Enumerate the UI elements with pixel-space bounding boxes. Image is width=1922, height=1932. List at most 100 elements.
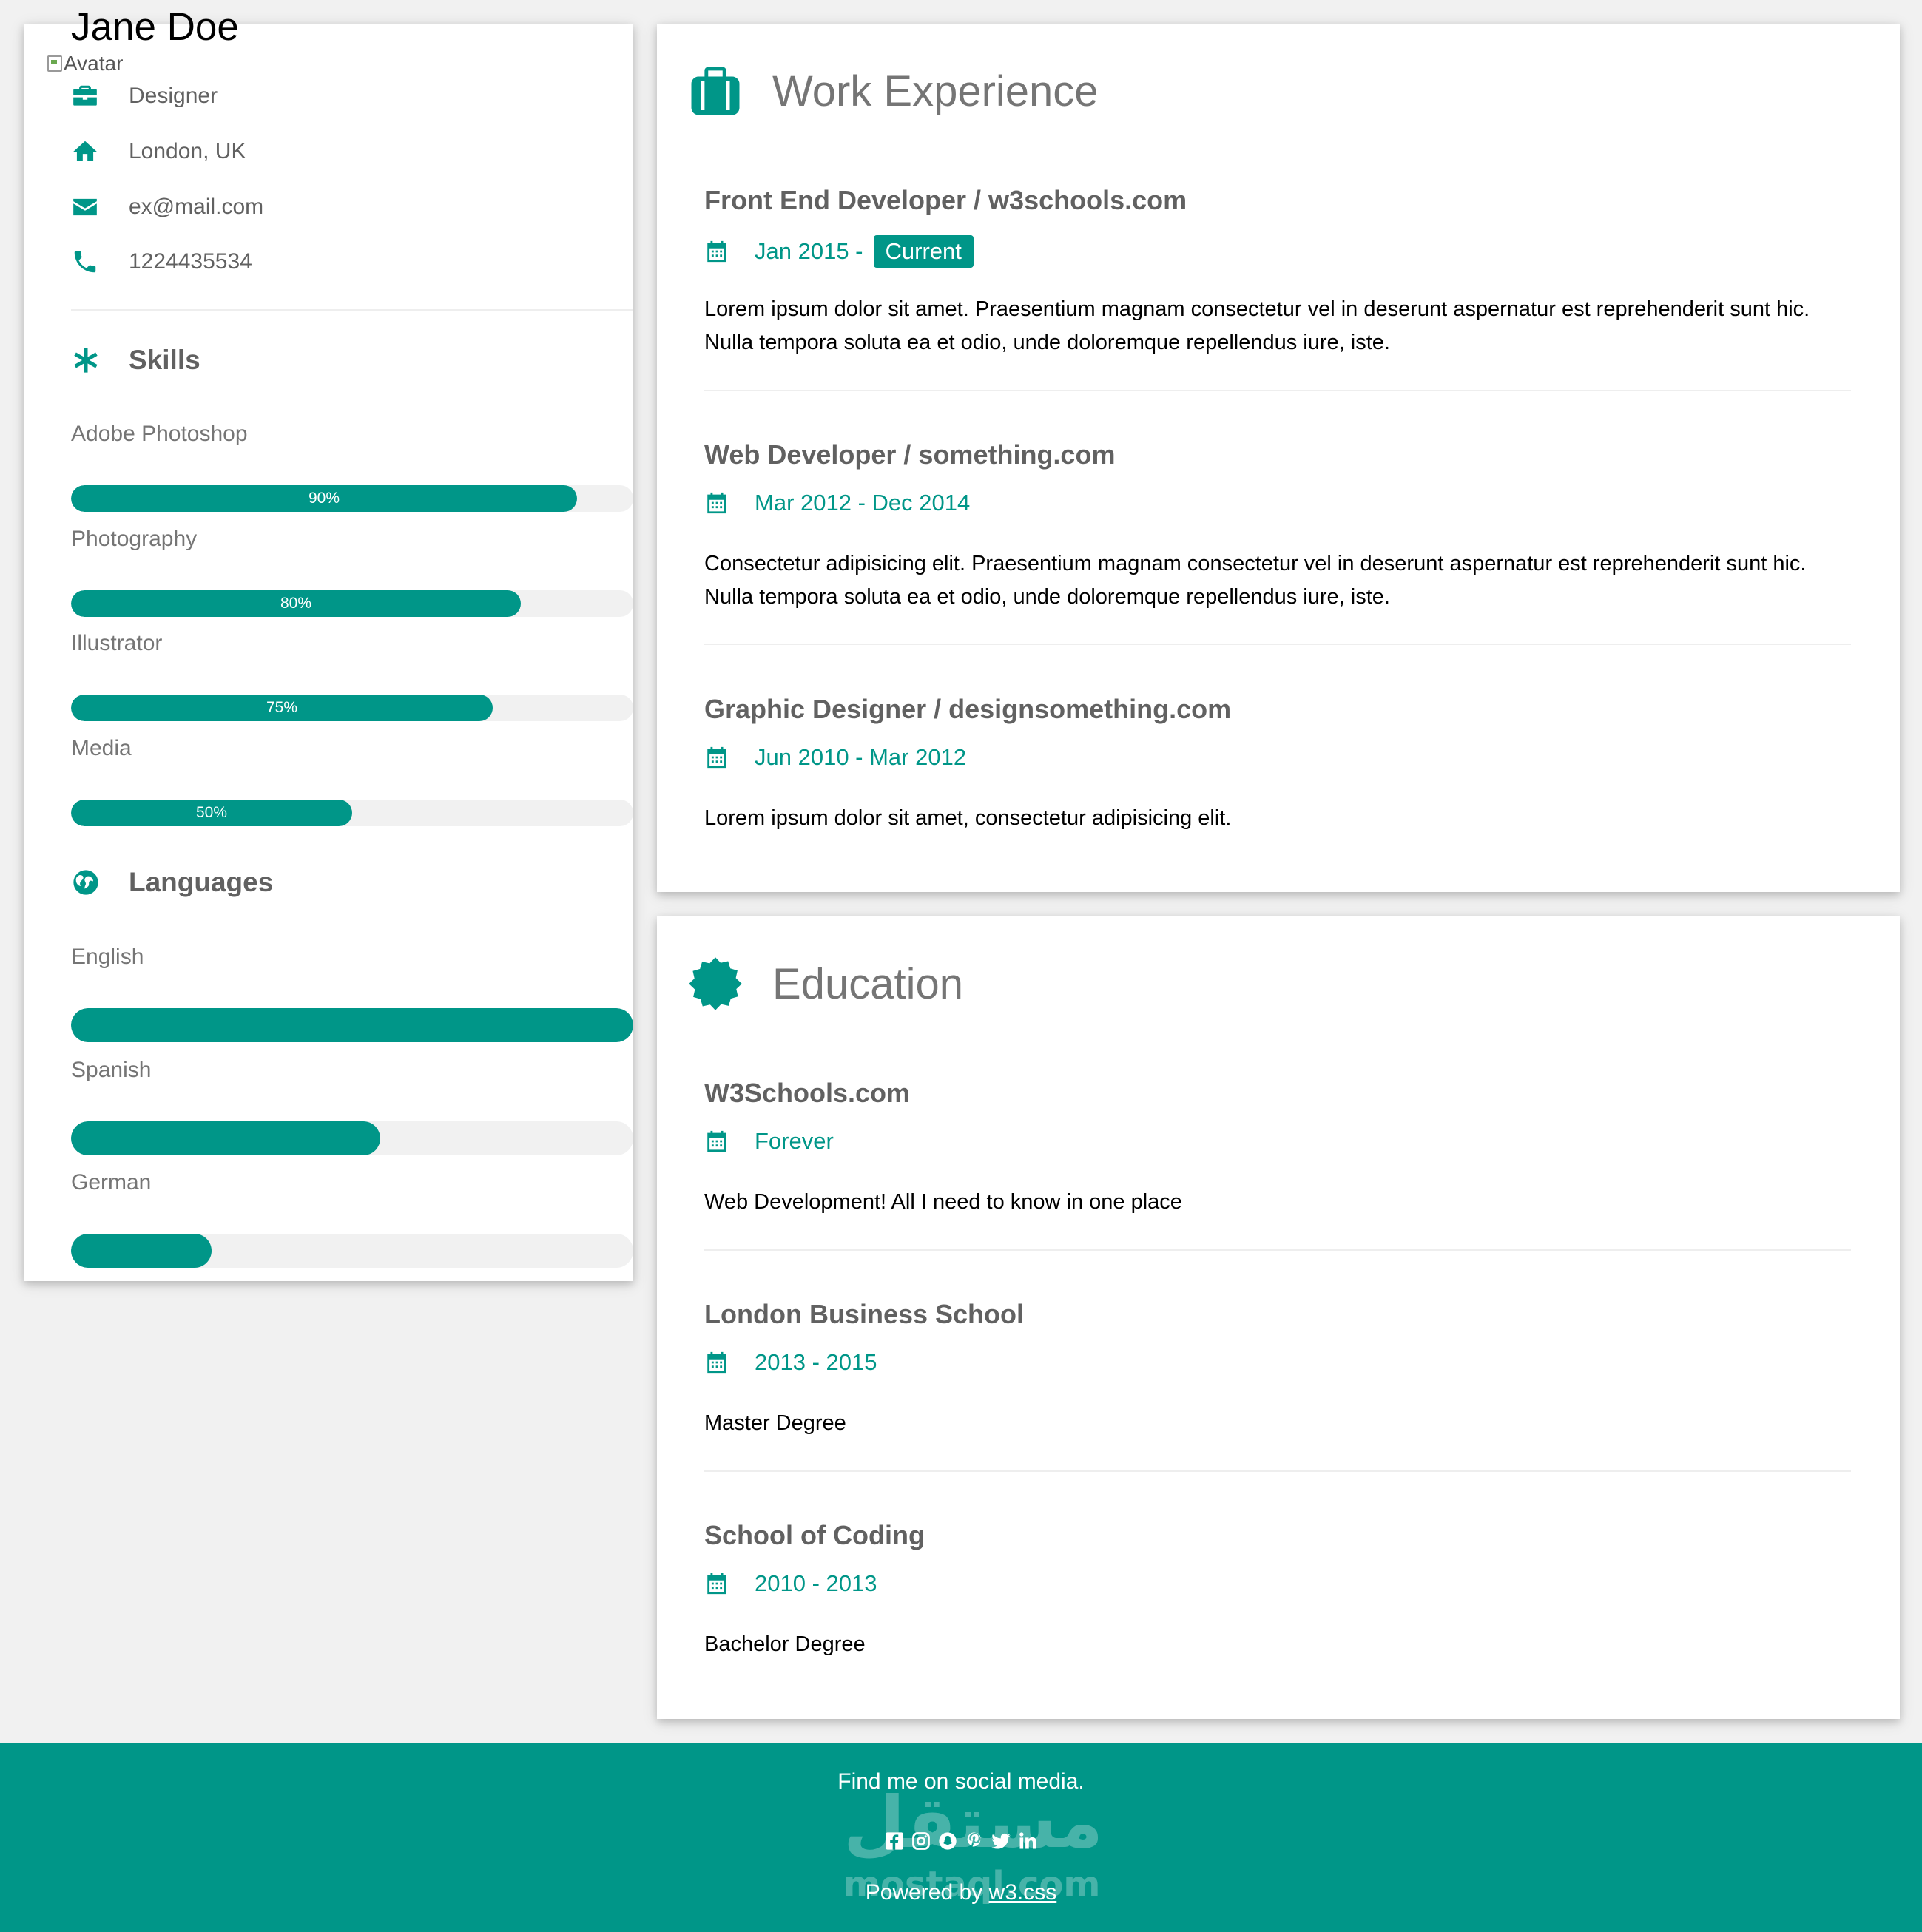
entry-date-text: 2013 - 2015 (755, 1349, 877, 1375)
divider (704, 390, 1851, 391)
entry-description: Web Development! All I need to know in o… (704, 1190, 1182, 1214)
entry-title: Front End Developer / w3schools.com (704, 185, 1187, 215)
profile-email-text: ex@mail.com (129, 195, 264, 219)
calendar-icon (707, 240, 726, 263)
divider (704, 1249, 1851, 1251)
education-title-text: Education (772, 959, 963, 1008)
facebook-icon[interactable] (883, 1830, 906, 1852)
divider (704, 1470, 1851, 1472)
globe-icon (73, 870, 98, 895)
profile-location: London, UK (71, 129, 246, 174)
entry-date-text: Jun 2010 - Mar 2012 (755, 744, 967, 770)
powered-by-text: Powered by (865, 1880, 983, 1905)
skill-progress-track: 50% (71, 800, 633, 826)
envelope-icon (73, 198, 97, 216)
language-progress-track (71, 1008, 633, 1042)
entry-date-text: 2010 - 2013 (755, 1570, 877, 1596)
calendar-icon (707, 1573, 726, 1595)
briefcase-icon (73, 85, 97, 106)
skill-progress-fill: 50% (71, 800, 352, 826)
calendar-icon (707, 1351, 726, 1374)
profile-job-text: Designer (129, 84, 218, 108)
footer: مستقل mostaql.com Find me on social medi… (0, 1743, 1922, 1932)
education-title: Education (687, 955, 963, 1013)
entry-description: Lorem ipsum dolor sit amet. Praesentium … (704, 297, 1810, 354)
language-progress-fill (71, 1121, 380, 1155)
languages-heading: Languages (71, 867, 273, 898)
entry-date: Mar 2012 - Dec 2014 (704, 490, 970, 516)
entry-title: W3Schools.com (704, 1078, 911, 1108)
profile-phone-text: 1224435534 (129, 249, 252, 274)
language-label: English (71, 945, 144, 969)
skill-label: Media (71, 736, 132, 760)
twitter-icon[interactable] (990, 1830, 1012, 1852)
languages-heading-text: Languages (129, 867, 274, 897)
entry-date-text: Mar 2012 - Dec 2014 (755, 490, 971, 516)
calendar-icon (707, 1130, 726, 1152)
instagram-icon[interactable] (910, 1830, 932, 1852)
work-experience-title-text: Work Experience (772, 67, 1099, 115)
language-progress-track (71, 1234, 633, 1268)
w3css-link[interactable]: w3.css (989, 1880, 1057, 1905)
calendar-icon (707, 492, 726, 514)
entry-date: Forever (704, 1128, 834, 1155)
suitcase-icon (691, 67, 740, 115)
language-label: German (71, 1170, 152, 1195)
language-progress-fill (71, 1234, 212, 1268)
skill-progress-fill: 80% (71, 590, 521, 617)
education-card: Education W3Schools.com Forever Web Develo… (657, 916, 1900, 1719)
skill-progress-fill: 75% (71, 695, 493, 721)
profile-email: ex@mail.com (71, 185, 263, 229)
entry-title: Web Developer / something.com (704, 439, 1116, 470)
entry-title: London Business School (704, 1299, 1025, 1329)
home-icon (73, 141, 97, 161)
profile-name: Jane Doe (71, 5, 239, 49)
avatar-alt-text: Avatar (64, 52, 124, 75)
calendar-icon (707, 746, 726, 769)
work-experience-title: Work Experience (687, 62, 1099, 120)
entry-date-text: Forever (755, 1128, 834, 1154)
profile-card: Jane Doe Avatar Designer London, UK ex@m… (24, 7, 633, 1281)
language-label: Spanish (71, 1058, 152, 1082)
profile-phone: 1224435534 (71, 240, 252, 284)
divider (704, 644, 1851, 645)
language-progress-track (71, 1121, 633, 1155)
entry-description: Master Degree (704, 1411, 846, 1435)
linkedin-icon[interactable] (1016, 1830, 1039, 1852)
divider (71, 309, 633, 311)
entry-date: 2013 - 2015 (704, 1349, 877, 1376)
skill-progress-track: 90% (71, 485, 633, 512)
language-progress-fill (71, 1008, 633, 1042)
entry-title: Graphic Designer / designsomething.com (704, 694, 1232, 724)
entry-description: Consectetur adipisicing elit. Praesentiu… (704, 552, 1807, 609)
certificate-icon (689, 957, 742, 1010)
entry-description: Lorem ipsum dolor sit amet, consectetur … (704, 806, 1232, 830)
asterisk-icon (74, 348, 98, 373)
skills-heading: Skills (71, 345, 200, 376)
current-badge: Current (873, 235, 974, 268)
skill-progress-fill: 90% (71, 485, 577, 512)
entry-date-text: Jan 2015 - (755, 238, 863, 264)
skill-progress-track: 80% (71, 590, 633, 617)
snapchat-icon[interactable] (937, 1830, 959, 1852)
footer-powered: Powered by w3.css (0, 1880, 1922, 1905)
pinterest-icon[interactable] (963, 1830, 985, 1852)
entry-description: Bachelor Degree (704, 1632, 866, 1656)
footer-find-text: Find me on social media. (837, 1769, 1085, 1794)
entry-title: School of Coding (704, 1520, 925, 1550)
profile-location-text: London, UK (129, 139, 246, 163)
profile-job: Designer (71, 74, 218, 118)
entry-date: 2010 - 2013 (704, 1570, 877, 1597)
work-experience-card: Work Experience Front End Developer / w3… (657, 24, 1900, 892)
skill-label: Photography (71, 527, 198, 551)
skill-label: Adobe Photoshop (71, 422, 248, 446)
skills-heading-text: Skills (129, 345, 200, 375)
skill-label: Illustrator (71, 631, 163, 655)
entry-date: Jun 2010 - Mar 2012 (704, 744, 966, 771)
entry-date: Jan 2015 - Current (704, 235, 974, 268)
broken-image-icon (47, 55, 62, 72)
skill-progress-track: 75% (71, 695, 633, 721)
avatar: Avatar (47, 52, 123, 75)
social-links (0, 1830, 1922, 1852)
phone-icon (74, 251, 96, 273)
